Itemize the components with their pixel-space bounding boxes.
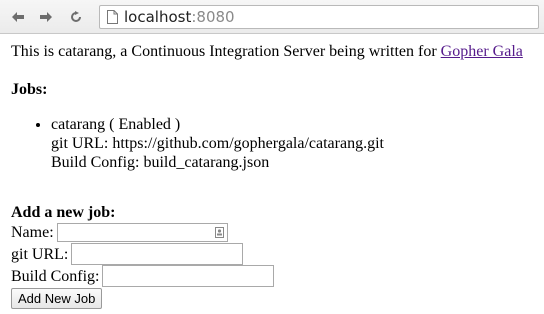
list-item: catarang ( Enabled ) git URL: https://gi… [51,115,384,172]
jobs-heading: Jobs: [11,81,48,98]
url-port: :8080 [191,8,235,26]
build-config-row: Build Config: [11,265,275,287]
job-title: catarang ( Enabled ) [51,116,181,133]
name-row: Name: [11,221,274,243]
add-job-heading: Add a new job: [11,204,116,221]
intro-paragraph: This is catarang, a Continuous Integrati… [11,42,536,61]
build-config-label: Build Config: [11,267,100,285]
address-url: localhost:8080 [124,8,235,26]
page-icon [107,10,118,24]
gopher-gala-link[interactable]: Gopher Gala [441,43,523,60]
name-field-wrap [56,222,228,242]
address-bar[interactable]: localhost:8080 [99,5,539,29]
name-label: Name: [11,223,54,241]
back-arrow-icon[interactable] [8,7,28,27]
reload-icon[interactable] [66,7,86,27]
git-url-field[interactable] [71,243,244,265]
browser-toolbar: localhost:8080 [0,0,544,34]
contact-card-icon [214,226,224,238]
forward-arrow-icon[interactable] [36,7,56,27]
add-new-job-button[interactable]: Add New Job [11,288,103,309]
name-field[interactable] [56,222,228,242]
intro-text: This is catarang, a Continuous Integrati… [11,43,441,60]
build-config-field[interactable] [102,265,275,287]
url-host: localhost [124,8,192,26]
job-list: catarang ( Enabled ) git URL: https://gi… [11,115,384,172]
add-job-form: Name: git URL: Build Config: Add New Job [11,221,275,309]
job-git-url: git URL: https://github.com/gophergala/c… [51,135,384,152]
page-content: This is catarang, a Continuous Integrati… [11,42,536,309]
git-url-label: git URL: [11,245,69,263]
job-build-config: Build Config: build_catarang.json [51,154,270,171]
git-url-row: git URL: [11,243,274,265]
